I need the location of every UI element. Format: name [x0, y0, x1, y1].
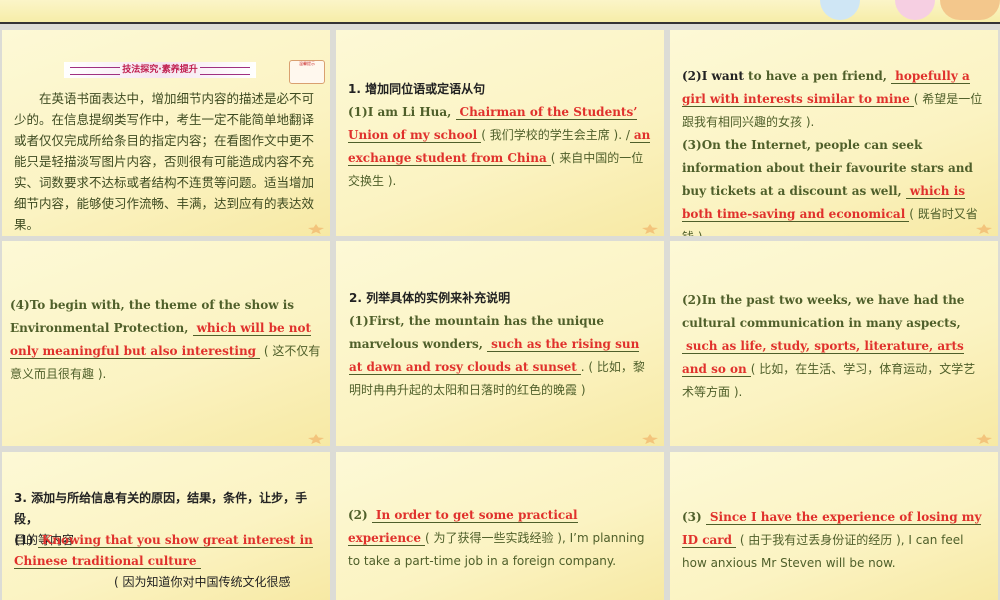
example-text: (3)On the Internet, people can seek info…	[682, 134, 987, 236]
slide-thumbnail-2[interactable]: 1. 增加同位语或定语从句 (1)I am Li Hua, Chairman o…	[336, 30, 664, 236]
translation-text: ( 我们学校的学生会主席 ). /	[481, 128, 630, 142]
slide-thumbnail-6[interactable]: (2)In the past two weeks, we have had th…	[670, 241, 998, 446]
leaf-icon	[976, 434, 992, 444]
sentence-text: (1)I am Li Hua,	[348, 105, 456, 119]
item-number: (3)	[682, 510, 706, 524]
section-heading: 3. 添加与所给信息有关的原因，结果，条件，让步，手段，	[14, 491, 308, 526]
example-text: (1)First, the mountain has the unique ma…	[349, 310, 649, 402]
section-banner: 技法探究·素养提升	[64, 62, 256, 78]
translation-text: ( 因为知道你对中国传统文化很感	[114, 575, 291, 589]
slide-thumbnail-7[interactable]: 3. 添加与所给信息有关的原因，结果，条件，让步，手段， 目的等内容 (1) K…	[2, 452, 330, 600]
leaf-icon	[642, 434, 658, 444]
example-text: (2)I want to have a pen friend, hopefull…	[682, 65, 987, 134]
section-heading: 2. 列举具体的实例来补充说明	[349, 291, 511, 305]
intro-paragraph: 在英语书面表达中，增加细节内容的描述是必不可少的。在信息提纲类写作中，考生一定不…	[14, 91, 315, 232]
top-slide-strip	[0, 0, 1000, 24]
decoration-icon	[820, 0, 860, 20]
tip-note-label: 温馨提示	[299, 61, 315, 66]
leaf-icon	[642, 224, 658, 234]
answer-text: Knowing that you show great interest in …	[14, 533, 313, 569]
sentence-text: (2)I want	[682, 69, 744, 83]
item-number: (1)	[14, 533, 34, 547]
section-heading: 1. 增加同位语或定语从句	[348, 82, 486, 96]
sentence-text: (2)In the past two weeks, we have had th…	[682, 293, 965, 330]
slide-thumbnail-1[interactable]: 技法探究·素养提升 温馨提示 在英语书面表达中，增加细节内容的描述是必不可少的。…	[2, 30, 330, 236]
slide-thumbnail-5[interactable]: 2. 列举具体的实例来补充说明 (1)First, the mountain h…	[336, 241, 664, 446]
leaf-icon	[308, 434, 324, 444]
slide-thumbnail-3[interactable]: (2)I want to have a pen friend, hopefull…	[670, 30, 998, 236]
example-text: (1)I am Li Hua, Chairman of the Students…	[348, 101, 653, 193]
item-number: (2)	[348, 508, 372, 522]
decoration-icon	[895, 0, 935, 20]
slide-thumbnail-4[interactable]: (4)To begin with, the theme of the show …	[2, 241, 330, 446]
example-text: (1) Knowing that you show great interest…	[14, 530, 326, 572]
slide-thumbnail-8[interactable]: (2) In order to get some practical exper…	[336, 452, 664, 600]
sentence-text: to have a pen friend,	[743, 69, 892, 83]
tip-note: 温馨提示	[289, 60, 325, 84]
decoration-icon	[940, 0, 1000, 20]
slide-thumbnail-9[interactable]: (3) Since I have the experience of losin…	[670, 452, 998, 600]
